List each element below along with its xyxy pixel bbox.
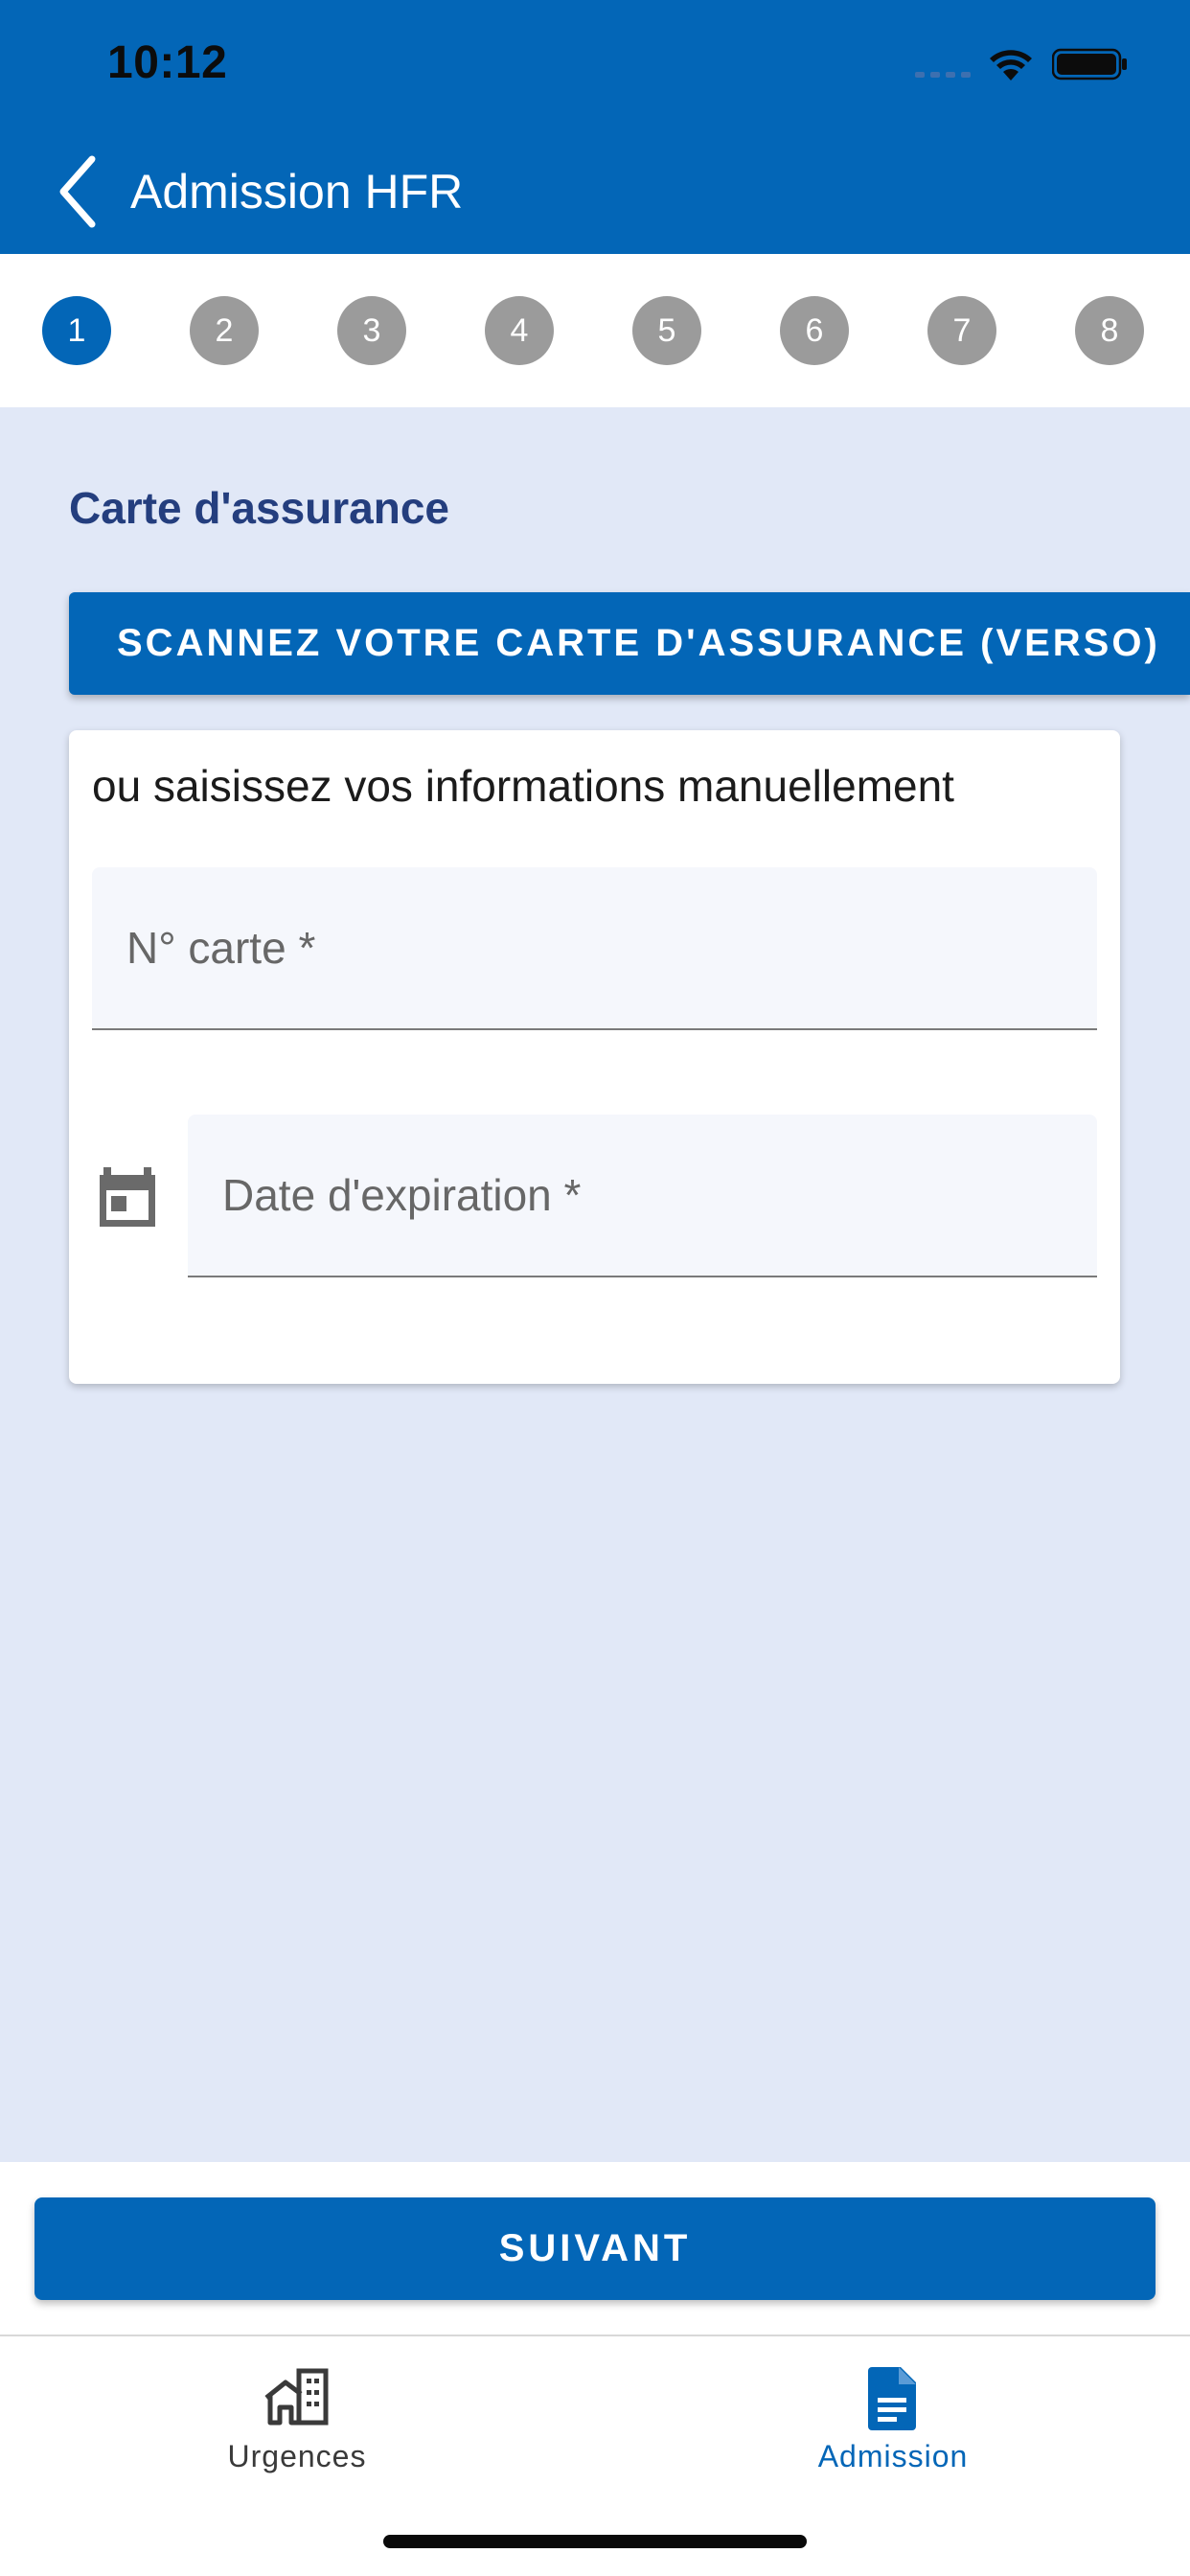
tab-admission[interactable]: Admission xyxy=(596,2338,1190,2482)
battery-icon xyxy=(1052,48,1127,80)
step-1[interactable]: 1 xyxy=(42,296,111,365)
step-5[interactable]: 5 xyxy=(632,296,701,365)
tab-bar-divider xyxy=(0,2334,1190,2336)
step-4[interactable]: 4 xyxy=(485,296,554,365)
signal-icon xyxy=(915,72,971,78)
back-chevron-icon[interactable] xyxy=(56,153,103,230)
tab-urgences[interactable]: Urgences xyxy=(0,2338,594,2482)
manual-entry-hint: ou saisissez vos informations manuelleme… xyxy=(92,761,954,811)
status-bar: 10:12 xyxy=(0,0,1190,134)
expiration-date-label: Date d'expiration * xyxy=(222,1170,582,1220)
tab-urgences-label: Urgences xyxy=(227,2439,367,2473)
wifi-icon xyxy=(990,50,1032,80)
next-button[interactable]: SUIVANT xyxy=(34,2197,1156,2300)
expiration-date-field[interactable]: Date d'expiration * xyxy=(188,1115,1097,1277)
tab-admission-label: Admission xyxy=(817,2439,969,2473)
home-indicator xyxy=(383,2535,807,2548)
card-number-field[interactable]: N° carte * xyxy=(92,867,1097,1030)
app-title: Admission HFR xyxy=(130,165,464,218)
step-8[interactable]: 8 xyxy=(1075,296,1144,365)
hospital-icon xyxy=(264,2368,329,2426)
document-icon xyxy=(868,2367,916,2430)
section-title: Carte d'assurance xyxy=(69,483,450,533)
stepper xyxy=(0,254,1190,407)
calendar-icon[interactable] xyxy=(98,1163,157,1229)
step-3[interactable]: 3 xyxy=(337,296,406,365)
manual-entry-card: ou saisissez vos informations manuelleme… xyxy=(69,730,1120,1384)
step-6[interactable]: 6 xyxy=(780,296,849,365)
status-time: 10:12 xyxy=(107,37,228,88)
scan-insurance-card-button[interactable]: SCANNEZ VOTRE CARTE D'ASSURANCE (VERSO) xyxy=(69,592,1190,695)
card-number-label: N° carte * xyxy=(126,923,316,973)
step-2[interactable]: 2 xyxy=(190,296,259,365)
step-7[interactable]: 7 xyxy=(927,296,996,365)
